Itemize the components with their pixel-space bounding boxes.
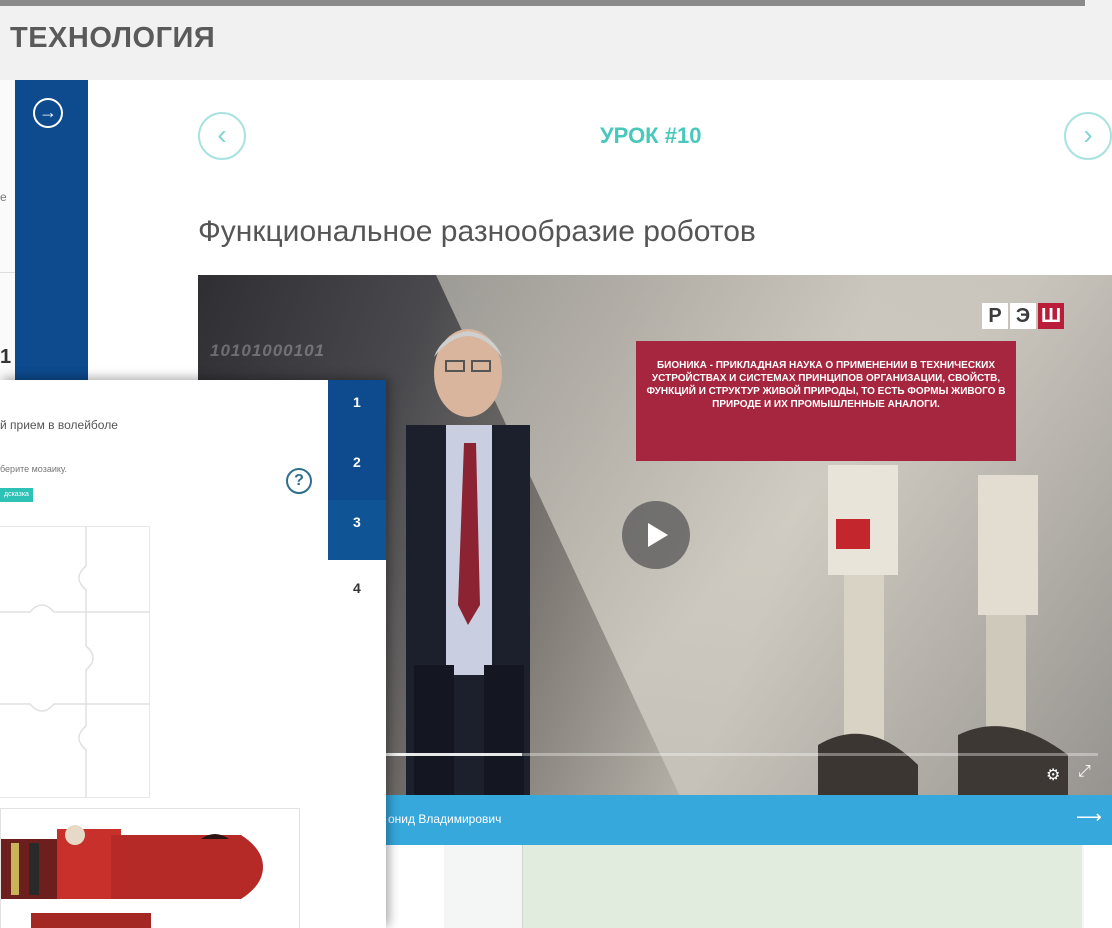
chevron-left-icon: ‹ <box>217 119 227 150</box>
presenter-figure <box>406 329 530 795</box>
question-circle-icon: ? <box>294 472 304 489</box>
chevron-right-icon: › <box>1083 119 1093 150</box>
exercise-steps-nav: 1 2 3 <box>328 380 386 560</box>
video-author: онид Владимирович <box>388 812 502 826</box>
video-binary-text: 10101000101 <box>210 341 326 360</box>
exercise-question: й прием в волейболе <box>0 418 118 432</box>
left-panel-text: е <box>0 190 7 204</box>
step-4[interactable]: 4 <box>328 566 386 606</box>
channel-logo: РЭШ <box>980 303 1064 331</box>
header-bar: ТЕХНОЛОГИЯ <box>0 0 1112 80</box>
logo-letter-3: Ш <box>1038 303 1064 329</box>
lesson-title: Функциональное разнообразие роботов <box>198 215 756 248</box>
settings-gear-icon[interactable]: ⚙ <box>1046 765 1060 785</box>
logo-letter-2: Э <box>1010 303 1036 329</box>
video-caption-card: БИОНИКА - ПРИКЛАДНАЯ НАУКА О ПРИМЕНЕНИИ … <box>636 341 1016 461</box>
logo-letter-1: Р <box>982 303 1008 329</box>
step-2[interactable]: 2 <box>328 440 386 500</box>
lesson-number: УРОК #10 <box>600 123 702 148</box>
hint-badge[interactable]: дсказка <box>0 488 33 502</box>
fullscreen-icon[interactable]: ⤢ <box>1078 763 1091 781</box>
expand-sidebar-button[interactable]: → <box>33 98 63 128</box>
puzzle-board[interactable] <box>0 526 150 798</box>
exercise-card: й прием в волейболе берите мозаику. дска… <box>0 380 386 928</box>
page-title: ТЕХНОЛОГИЯ <box>10 22 216 54</box>
previous-lesson-button[interactable]: ‹ <box>198 112 246 160</box>
content-lower-panel <box>522 845 1082 928</box>
help-button[interactable]: ? <box>286 468 312 494</box>
left-panel-number: 1 <box>0 346 12 368</box>
play-icon <box>648 523 668 547</box>
header-divider <box>0 0 1085 6</box>
share-icon[interactable]: ⟶ <box>1076 807 1102 828</box>
next-lesson-button[interactable]: › <box>1064 112 1112 160</box>
robot-legs-image <box>818 465 1068 795</box>
arrow-right-circle-icon: → <box>39 102 57 122</box>
exercise-instruction: берите мозаику. <box>0 464 68 474</box>
puzzle-pieces-tray <box>0 808 300 928</box>
step-3[interactable]: 3 <box>328 500 386 560</box>
play-button[interactable] <box>622 501 690 569</box>
puzzle-pieces[interactable] <box>1 809 301 928</box>
step-1[interactable]: 1 <box>328 380 386 440</box>
sidebar: → <box>15 80 88 380</box>
